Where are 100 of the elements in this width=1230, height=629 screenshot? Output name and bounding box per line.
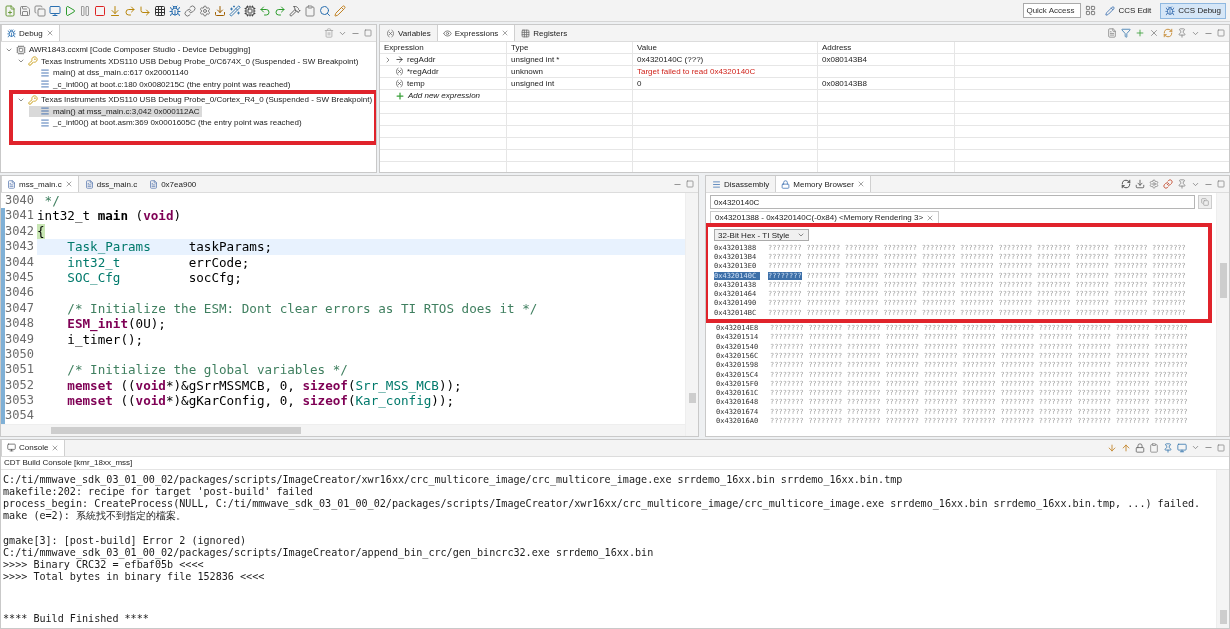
scrollbar-thumb[interactable] — [51, 426, 301, 434]
chevron-icon[interactable] — [384, 55, 392, 64]
maximize-icon[interactable] — [1217, 29, 1225, 37]
console-line: makefile:202: recipe for target 'post-build' failed — [3, 486, 314, 499]
maximize-icon[interactable] — [364, 29, 372, 37]
download-icon[interactable] — [214, 4, 226, 17]
tree-item[interactable]: main() at mss_main.c:3,042 0x000112AC — [29, 105, 202, 117]
search-icon[interactable] — [319, 4, 331, 17]
code-line: */ — [43, 193, 61, 209]
maximize-icon[interactable] — [1217, 443, 1225, 452]
monitor-icon[interactable] — [49, 4, 61, 17]
refresh-icon[interactable] — [1121, 179, 1131, 189]
arrow-down-icon[interactable] — [109, 4, 121, 17]
editor-tab[interactable]: 0x7ea900 — [143, 176, 203, 192]
link-icon[interactable] — [1163, 179, 1173, 189]
tree-item[interactable]: Texas Instruments XDS110 USB Debug Probe_0/Cortex_R4_0 (Suspended - SW Breakpoint) — [17, 94, 375, 106]
settings-icon[interactable] — [1149, 179, 1159, 189]
download-icon[interactable] — [1135, 179, 1145, 189]
editor-tab[interactable]: dss_main.c — [78, 176, 144, 192]
copy-icon[interactable] — [34, 4, 46, 17]
pencil-icon — [1105, 5, 1116, 16]
tree-item[interactable]: Texas Instruments XDS110 USB Debug Probe_0/C674X_0 (Suspended - SW Breakpoint) — [17, 55, 361, 67]
eye-icon — [442, 28, 452, 38]
perspective-button[interactable]: CCS Edit — [1100, 2, 1157, 19]
close-icon[interactable] — [501, 29, 510, 37]
tree-item[interactable]: main() at dss_main.c:617 0x20001140 — [29, 67, 191, 79]
lines-icon — [40, 79, 50, 90]
plus-icon[interactable] — [1135, 28, 1145, 38]
tree-item[interactable]: _c_int00() at boot.c:180 0x0080215C (the entry point was reached) — [29, 78, 293, 90]
maximize-icon[interactable] — [1217, 180, 1225, 188]
quick-access-field[interactable]: Quick Access — [1023, 3, 1082, 18]
scrollbar-thumb[interactable] — [688, 393, 696, 403]
lines-icon — [40, 67, 50, 78]
view-tab[interactable]: Registers — [515, 25, 574, 41]
document-icon[interactable] — [1107, 28, 1117, 38]
arrow-up-icon[interactable] — [1121, 442, 1131, 453]
settings-icon[interactable] — [199, 4, 211, 17]
rendering-tab[interactable]: 0x43201388 - 0x4320140C(-0x84) <Memory Rendering 3> — [710, 211, 940, 223]
clipboard-icon[interactable] — [304, 4, 316, 17]
pencil-icon[interactable] — [334, 4, 346, 17]
wand-icon[interactable] — [229, 4, 241, 17]
close-icon[interactable] — [64, 180, 73, 188]
link-icon[interactable] — [184, 4, 196, 17]
column-header[interactable]: Type — [507, 42, 633, 53]
maximize-icon[interactable] — [686, 180, 694, 188]
refresh-icon[interactable] — [1163, 28, 1173, 38]
add-expression-link[interactable]: Add new expression — [408, 91, 481, 100]
scrollbar-thumb[interactable] — [1219, 263, 1227, 298]
view-tab[interactable]: Variables — [380, 25, 437, 41]
close-icon[interactable] — [926, 213, 935, 222]
format-dropdown[interactable]: 32-Bit Hex - TI Style — [714, 229, 810, 241]
close-icon[interactable] — [856, 180, 865, 188]
stop-icon[interactable] — [94, 4, 106, 17]
filter-icon[interactable] — [1121, 28, 1131, 38]
close-icon[interactable] — [45, 29, 54, 37]
pause-icon[interactable] — [79, 4, 91, 17]
perspective-button[interactable]: CCS Debug — [1160, 2, 1226, 19]
column-header[interactable]: Value — [633, 42, 818, 53]
close-icon[interactable] — [51, 443, 60, 452]
scrollbar[interactable] — [1, 423, 685, 436]
remove-icon[interactable] — [1149, 28, 1159, 38]
redo-icon[interactable] — [274, 4, 286, 17]
clipboard-icon[interactable] — [1149, 442, 1159, 453]
bug-icon[interactable] — [169, 4, 181, 17]
console-title: CDT Build Console [kmr_18xx_mss] — [1, 456, 1229, 470]
grid-icon[interactable] — [154, 4, 166, 17]
play-icon[interactable] — [64, 4, 76, 17]
new-file-icon[interactable] — [4, 4, 16, 17]
editor-tab[interactable]: mss_main.c — [1, 176, 79, 192]
scrollbar[interactable] — [1216, 469, 1229, 628]
save-icon[interactable] — [19, 4, 31, 17]
hammer-icon[interactable] — [289, 4, 301, 17]
lock-icon[interactable] — [1135, 442, 1145, 453]
scrollbar-thumb[interactable] — [1219, 609, 1227, 624]
arrow-down-icon[interactable] — [1107, 442, 1117, 453]
pin-icon[interactable] — [1163, 442, 1173, 453]
column-header[interactable]: Address — [818, 42, 955, 53]
tree-item[interactable]: AWR1843.ccxml [Code Composer Studio - Device Debugging] — [5, 44, 253, 56]
trash-icon[interactable] — [324, 28, 334, 38]
column-header[interactable]: Expression — [380, 42, 507, 53]
go-button[interactable] — [1198, 195, 1212, 209]
tree-item[interactable]: _c_int00() at boot.asm:369 0x0001605C (the entry point was reached) — [29, 117, 304, 129]
scrollbar[interactable] — [1216, 193, 1229, 436]
view-tab[interactable]: Expressions — [436, 25, 516, 41]
open-perspective-icon[interactable] — [1085, 5, 1097, 16]
line-number: 3040 — [5, 193, 35, 209]
scrollbar[interactable] — [685, 193, 698, 436]
pin-icon[interactable] — [1177, 28, 1187, 38]
pin-icon[interactable] — [1177, 179, 1187, 189]
address-field[interactable]: 0x4320140C — [710, 195, 1195, 209]
chip-icon[interactable] — [244, 4, 256, 17]
view-tab[interactable]: Console — [1, 439, 66, 456]
curved-arrow-icon[interactable] — [124, 4, 136, 17]
view-tab[interactable]: Memory Browser — [775, 176, 871, 192]
plus-icon[interactable] — [395, 90, 405, 101]
table-cell-text: 0x080143B8 — [821, 78, 868, 89]
monitor-icon[interactable] — [1177, 442, 1187, 453]
view-tab[interactable]: Disassembly — [706, 176, 776, 192]
lock-icon — [781, 179, 791, 189]
view-tab[interactable]: Debug — [1, 25, 60, 41]
